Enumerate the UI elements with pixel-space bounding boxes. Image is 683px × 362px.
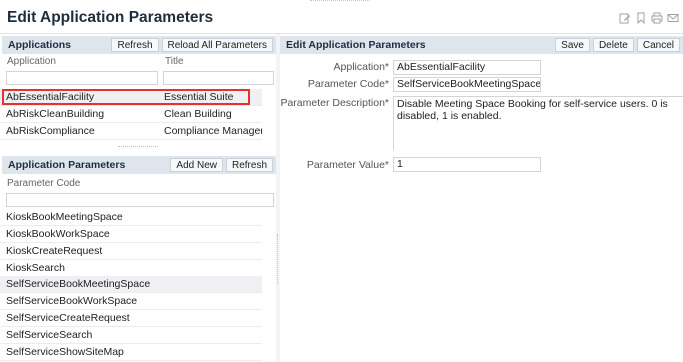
column-header-parameter-code[interactable]: Parameter Code <box>7 178 80 189</box>
app-parameters-panel-title: Application Parameters <box>8 159 126 171</box>
save-button[interactable]: Save <box>555 38 590 52</box>
parameter-row-selected[interactable]: SelfServiceBookMeetingSpace <box>0 276 262 293</box>
bookmark-icon[interactable] <box>635 12 647 24</box>
applications-panel-header: Applications Refresh Reload All Paramete… <box>2 36 276 54</box>
parameter-row[interactable]: KioskBookMeetingSpace <box>0 209 262 226</box>
header-actions <box>619 12 679 24</box>
cancel-button[interactable]: Cancel <box>636 38 680 52</box>
horizontal-splitter[interactable] <box>0 144 276 150</box>
application-row[interactable]: AbRiskCleanBuilding Clean Building <box>0 106 262 123</box>
parameter-value-field[interactable]: 1 <box>393 157 541 172</box>
application-cell: AbEssentialFacility <box>6 91 95 103</box>
parameter-row[interactable]: KioskSearch <box>0 260 262 277</box>
parameter-row[interactable]: KioskBookWorkSpace <box>0 226 262 243</box>
title-filter-input[interactable] <box>163 71 274 85</box>
application-row[interactable]: AbRiskCompliance Compliance Managem <box>0 123 262 140</box>
application-cell: AbRiskCompliance <box>6 125 95 137</box>
title-cell: Essential Suite <box>164 91 234 103</box>
title-cell: Compliance Managem <box>164 125 262 137</box>
application-row[interactable]: AbEssentialFacility Essential Suite <box>0 89 262 106</box>
parameter-description-field-label: Parameter Description* <box>280 97 389 109</box>
applications-refresh-button[interactable]: Refresh <box>111 38 159 52</box>
email-icon[interactable] <box>667 12 679 24</box>
title-cell: Clean Building <box>164 108 232 120</box>
parameter-row[interactable]: SelfServiceBookWorkSpace <box>0 293 262 310</box>
edit-form-header: Edit Application Parameters Save Delete … <box>280 36 683 54</box>
application-field[interactable]: AbEssentialFacility <box>393 60 541 75</box>
parameter-code-field[interactable]: SelfServiceBookMeetingSpace <box>393 77 541 92</box>
application-cell: AbRiskCleanBuilding <box>6 108 105 120</box>
applications-panel-title: Applications <box>8 39 72 51</box>
page-header: Edit Application Parameters <box>0 3 683 34</box>
parameter-code-field-label: Parameter Code* <box>307 78 389 90</box>
parameter-value-field-label: Parameter Value* <box>306 159 389 171</box>
parameter-code-filter-input[interactable] <box>6 193 274 207</box>
delete-button[interactable]: Delete <box>592 38 634 52</box>
parameter-row[interactable]: SelfServiceCreateRequest <box>0 310 262 327</box>
column-header-application[interactable]: Application <box>7 56 56 67</box>
parameter-row[interactable]: KioskCreateRequest <box>0 243 262 260</box>
parameter-row[interactable]: SelfServiceSearch <box>0 327 262 344</box>
parameter-row[interactable]: SelfServiceShowSiteMap <box>0 344 262 361</box>
vertical-splitter[interactable] <box>276 34 280 362</box>
add-new-button[interactable]: Add New <box>170 158 223 172</box>
application-field-label: Application* <box>333 61 389 73</box>
application-filter-input[interactable] <box>6 71 158 85</box>
edit-icon[interactable] <box>619 12 631 24</box>
app-parameters-panel-header: Application Parameters Add New Refresh <box>2 156 276 174</box>
page-title: Edit Application Parameters <box>7 9 214 26</box>
parameter-description-field[interactable]: Disable Meeting Space Booking for self-s… <box>393 96 683 150</box>
column-header-title[interactable]: Title <box>165 56 184 67</box>
app-parameters-refresh-button[interactable]: Refresh <box>225 158 273 172</box>
reload-all-parameters-button[interactable]: Reload All Parameters <box>161 38 273 52</box>
edit-form-title: Edit Application Parameters <box>286 39 426 51</box>
print-icon[interactable] <box>651 12 663 24</box>
